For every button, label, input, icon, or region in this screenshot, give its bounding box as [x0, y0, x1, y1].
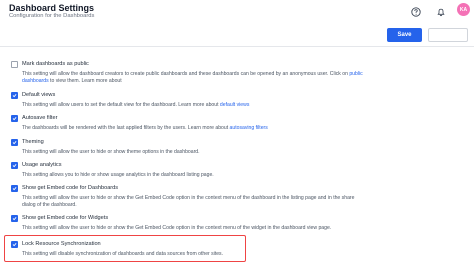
page-subtitle: Configuration for the Dashboards [9, 13, 95, 19]
help-icon[interactable] [411, 4, 421, 22]
page-title: Dashboard Settings [9, 3, 95, 13]
check-icon [12, 187, 17, 191]
theming-checkbox[interactable] [11, 139, 18, 146]
save-button[interactable]: Save [387, 28, 422, 42]
close-button[interactable] [428, 28, 468, 42]
setting-description: This setting will disable synchronizatio… [22, 251, 224, 257]
setting-description: This setting will allow the user to hide… [22, 149, 200, 155]
setting-label: Lock Resource Synchronization [22, 241, 101, 247]
check-icon [12, 243, 17, 247]
setting-label: Show get Embed code for Widgets [22, 215, 109, 221]
setting-label: Autosave filter [22, 115, 58, 121]
setting-label: Mark dashboards as public [22, 61, 89, 67]
mark-public-checkbox[interactable] [11, 61, 18, 68]
default-views-checkbox[interactable] [11, 92, 18, 99]
autosaving-filters-link[interactable]: autosaving filters [230, 125, 268, 131]
setting-description: This setting will allow users to set the… [22, 102, 250, 108]
usage-analytics-checkbox[interactable] [11, 162, 18, 169]
autosave-filter-checkbox[interactable] [11, 115, 18, 122]
setting-label: Show get Embed code for Dashboards [22, 185, 119, 191]
setting-description: This setting will allow the user to hide… [22, 225, 332, 231]
check-icon [12, 141, 17, 145]
check-icon [12, 117, 17, 121]
dashboard-settings-page: Dashboard Settings Configuration for the… [0, 0, 474, 271]
embed-dashboards-checkbox[interactable] [11, 185, 18, 192]
setting-label: Default views [22, 92, 56, 98]
check-icon [12, 94, 17, 98]
setting-label: Theming [22, 139, 44, 145]
lock-resource-sync-checkbox[interactable] [11, 241, 18, 248]
default-views-link[interactable]: default views [220, 102, 249, 108]
setting-label: Usage analytics [22, 162, 62, 168]
embed-widgets-checkbox[interactable] [11, 215, 18, 222]
bell-icon[interactable] [436, 4, 446, 22]
check-icon [12, 164, 17, 168]
setting-description: This setting will allow the dashboard cr… [22, 71, 363, 84]
setting-description: The dashboards will be rendered with the… [22, 125, 268, 131]
setting-description: This setting will allow the user to hide… [22, 195, 355, 208]
page-header: Dashboard Settings Configuration for the… [0, 0, 474, 24]
header-divider [0, 46, 474, 47]
setting-description: This setting allows you to hide or show … [22, 172, 214, 178]
avatar[interactable]: KA [457, 3, 470, 16]
check-icon [12, 217, 17, 221]
